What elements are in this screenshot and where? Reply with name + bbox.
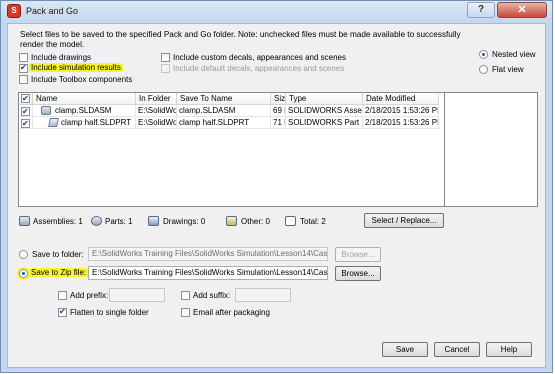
save-to-zip-label-wrap: Save to Zip file: bbox=[29, 268, 89, 277]
zip-path-input[interactable]: E:\SolidWorks Training Files\SolidWorks … bbox=[88, 266, 328, 280]
select-all-header[interactable] bbox=[19, 93, 33, 105]
include-simulation-label-wrap: Include simulation results bbox=[29, 63, 123, 72]
flatten-folder-label: Flatten to single folder bbox=[70, 308, 149, 317]
flat-view-label: Flat view bbox=[492, 65, 524, 74]
row-type: SOLIDWORKS Assemb bbox=[286, 105, 363, 117]
column-header-save-to-name[interactable]: Save To Name bbox=[177, 93, 271, 105]
drawings-count: Drawings: 0 bbox=[163, 217, 206, 226]
help-title-button[interactable]: ? bbox=[467, 2, 495, 18]
select-all-checkbox[interactable] bbox=[21, 93, 30, 104]
save-to-folder-label: Save to folder: bbox=[32, 250, 84, 259]
other-count-icon bbox=[226, 216, 237, 226]
row-save-to-name[interactable]: clamp.SLDASM bbox=[177, 105, 271, 117]
table-row[interactable] bbox=[19, 117, 33, 129]
folder-path-input[interactable]: E:\SolidWorks Training Files\SolidWorks … bbox=[88, 247, 328, 261]
assemblies-count: Assemblies: 1 bbox=[33, 217, 83, 226]
include-default-decals-checkbox[interactable] bbox=[161, 64, 170, 73]
pack-and-go-window: S Pack and Go ? ✕ Select files to be sav… bbox=[0, 0, 553, 373]
drawing-count-icon bbox=[148, 216, 159, 226]
nested-view-label: Nested view bbox=[492, 50, 536, 59]
table-row[interactable] bbox=[19, 105, 33, 117]
cancel-button[interactable]: Cancel bbox=[434, 342, 480, 357]
include-drawings-label: Include drawings bbox=[31, 53, 92, 62]
row-name-cell: clamp half.SLDPRT bbox=[33, 117, 136, 129]
browse-zip-button[interactable]: Browse... bbox=[335, 266, 381, 281]
column-header-date-modified[interactable]: Date Modified bbox=[363, 93, 439, 105]
row-size: 71 K bbox=[271, 117, 286, 129]
add-prefix-checkbox[interactable] bbox=[58, 291, 67, 300]
close-button[interactable]: ✕ bbox=[497, 2, 547, 18]
folder-icon bbox=[285, 216, 296, 226]
file-table[interactable]: Name In Folder Save To Name Size Type Da… bbox=[18, 92, 445, 207]
browse-folder-button[interactable]: Browse... bbox=[335, 247, 381, 262]
include-toolbox-label: Include Toolbox components bbox=[31, 75, 133, 84]
add-suffix-checkbox[interactable] bbox=[181, 291, 190, 300]
row-checkbox[interactable] bbox=[21, 118, 30, 128]
part-count-icon bbox=[91, 216, 102, 226]
row-name: clamp half.SLDPRT bbox=[61, 118, 132, 127]
row-save-to-name[interactable]: clamp half.SLDPRT bbox=[177, 117, 271, 129]
include-toolbox-checkbox[interactable] bbox=[19, 75, 28, 84]
save-button[interactable]: Save bbox=[382, 342, 428, 357]
table-empty-area bbox=[445, 92, 538, 207]
include-simulation-checkbox[interactable] bbox=[19, 63, 28, 73]
email-after-packaging-label: Email after packaging bbox=[193, 308, 270, 317]
save-to-zip-radio[interactable] bbox=[19, 269, 28, 278]
add-suffix-label: Add suffix: bbox=[193, 291, 231, 300]
nested-view-radio[interactable] bbox=[479, 50, 488, 59]
flat-view-radio[interactable] bbox=[479, 65, 488, 74]
part-icon bbox=[48, 118, 59, 127]
row-name-cell: clamp.SLDASM bbox=[33, 105, 136, 117]
include-default-decals-label: Include default decals, appearances and … bbox=[173, 64, 345, 73]
column-header-in-folder[interactable]: In Folder bbox=[136, 93, 177, 105]
row-folder: E:\SolidWo bbox=[136, 105, 177, 117]
save-to-folder-radio[interactable] bbox=[19, 250, 28, 259]
column-header-type[interactable]: Type bbox=[286, 93, 363, 105]
column-header-size[interactable]: Size bbox=[271, 93, 286, 105]
email-after-packaging-checkbox[interactable] bbox=[181, 308, 190, 317]
row-type: SOLIDWORKS Part Do bbox=[286, 117, 363, 129]
row-date: 2/18/2015 1:53:26 PM bbox=[363, 105, 439, 117]
include-simulation-label: Include simulation results bbox=[29, 63, 123, 72]
assembly-count-icon bbox=[19, 216, 30, 226]
dialog-body: Select files to be saved to the specifie… bbox=[7, 23, 546, 368]
parts-count: Parts: 1 bbox=[105, 217, 133, 226]
window-title: Pack and Go bbox=[26, 6, 79, 16]
other-count: Other: 0 bbox=[241, 217, 270, 226]
include-custom-decals-checkbox[interactable] bbox=[161, 53, 170, 62]
row-folder: E:\SolidWo bbox=[136, 117, 177, 129]
add-prefix-label: Add prefix: bbox=[70, 291, 109, 300]
title-bar[interactable]: S Pack and Go ? ✕ bbox=[1, 1, 552, 23]
include-custom-decals-label: Include custom decals, appearances and s… bbox=[173, 53, 346, 62]
total-count: Total: 2 bbox=[300, 217, 326, 226]
row-date: 2/18/2015 1:53:26 PM bbox=[363, 117, 439, 129]
prefix-input[interactable] bbox=[109, 288, 165, 302]
include-drawings-checkbox[interactable] bbox=[19, 53, 28, 62]
instructions-text: Select files to be saved to the specifie… bbox=[20, 30, 461, 49]
column-header-name[interactable]: Name bbox=[33, 93, 136, 105]
suffix-input[interactable] bbox=[235, 288, 291, 302]
row-size: 69 K bbox=[271, 105, 286, 117]
help-button[interactable]: Help bbox=[486, 342, 532, 357]
solidworks-app-icon: S bbox=[7, 4, 21, 18]
row-checkbox[interactable] bbox=[21, 106, 30, 116]
save-to-zip-label: Save to Zip file: bbox=[29, 268, 89, 277]
select-replace-button[interactable]: Select / Replace... bbox=[364, 213, 444, 228]
flatten-folder-checkbox[interactable] bbox=[58, 307, 67, 317]
assembly-icon bbox=[41, 106, 51, 115]
row-name: clamp.SLDASM bbox=[55, 106, 112, 115]
